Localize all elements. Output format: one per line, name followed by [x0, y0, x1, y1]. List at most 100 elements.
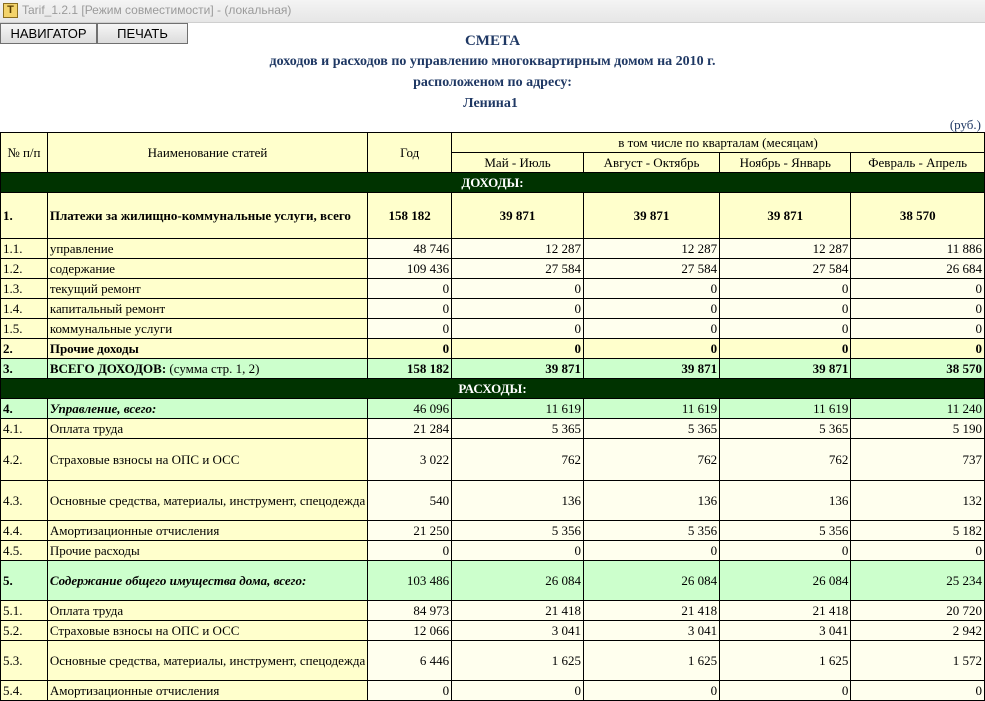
table-row: 1.4. капитальный ремонт 0 0 0 0 0: [0, 298, 985, 319]
row-q3: 0: [719, 338, 852, 359]
row-q1: 3 041: [451, 620, 584, 641]
row-q2: 0: [582, 318, 721, 339]
row-num: 1.1.: [0, 238, 48, 259]
col-q3-header: Ноябрь - Январь: [719, 152, 852, 173]
window-title: Tarif_1.2.1 [Режим совместимости] - (лок…: [22, 3, 292, 17]
row-name: капитальный ремонт: [46, 298, 369, 319]
row-q3: 26 084: [719, 560, 852, 601]
row-q1: 39 871: [451, 192, 584, 239]
row-name: Управление, всего:: [46, 398, 369, 419]
row-q3: 12 287: [719, 238, 852, 259]
row-num: 5.1.: [0, 600, 48, 621]
table-row: 4.1. Оплата труда 21 284 5 365 5 365 5 3…: [0, 418, 985, 439]
report-subtitle: доходов и расходов по управлению многокв…: [269, 54, 716, 69]
row-name: Содержание общего имущества дома, всего:: [46, 560, 369, 601]
address-caption: расположеном по адресу:: [413, 75, 572, 90]
row-num: 5.2.: [0, 620, 48, 641]
row-year: 12 066: [367, 620, 453, 641]
address-value: Ленина1: [463, 96, 518, 111]
row-num: 4.: [0, 398, 48, 419]
row-q3: 0: [719, 318, 852, 339]
row-q4: 0: [850, 338, 985, 359]
row-name: Страховые взносы на ОПС и ОСС: [46, 620, 369, 641]
col-name-header: Наименование статей: [46, 132, 369, 173]
row-q1: 1 625: [451, 640, 584, 681]
row-q2: 26 084: [582, 560, 721, 601]
table-row: 4. Управление, всего: 46 096 11 619 11 6…: [0, 398, 985, 419]
row-q2: 3 041: [582, 620, 721, 641]
table-row: 5.2. Страховые взносы на ОПС и ОСС 12 06…: [0, 620, 985, 641]
row-name-rest: (сумма стр. 1, 2): [166, 360, 260, 376]
row-q1: 5 356: [451, 520, 584, 541]
row-year: 0: [367, 680, 453, 701]
row-name: Прочие доходы: [46, 338, 369, 359]
row-year: 21 250: [367, 520, 453, 541]
table-row: 5.1. Оплата труда 84 973 21 418 21 418 2…: [0, 600, 985, 621]
row-q3: 21 418: [719, 600, 852, 621]
row-num: 1.3.: [0, 278, 48, 299]
row-name: содержание: [46, 258, 369, 279]
table-row: 3. ВСЕГО ДОХОДОВ: (сумма стр. 1, 2) 158 …: [0, 358, 985, 379]
row-q2: 0: [582, 298, 721, 319]
row-num: 1.4.: [0, 298, 48, 319]
col-quarters-header: в том числе по кварталам (месяцам): [451, 132, 985, 153]
row-q4: 132: [850, 480, 985, 521]
col-q4-header: Февраль - Апрель: [850, 152, 985, 173]
table-row: 2. Прочие доходы 0 0 0 0 0: [0, 338, 985, 359]
table-row: 4.4. Амортизационные отчисления 21 250 5…: [0, 520, 985, 541]
row-q2: 762: [582, 438, 721, 481]
row-num: 4.1.: [0, 418, 48, 439]
row-q2: 11 619: [582, 398, 721, 419]
row-num: 3.: [0, 358, 48, 379]
row-year: 109 436: [367, 258, 453, 279]
row-year: 0: [367, 278, 453, 299]
row-year: 84 973: [367, 600, 453, 621]
row-name: управление: [46, 238, 369, 259]
row-q3: 0: [719, 540, 852, 561]
row-q2: 0: [582, 278, 721, 299]
row-q1: 0: [451, 540, 584, 561]
income-section-title: ДОХОДЫ:: [0, 172, 985, 193]
row-year: 3 022: [367, 438, 453, 481]
row-q2: 136: [582, 480, 721, 521]
row-name: Основные средства, материалы, инструмент…: [46, 640, 369, 681]
table-row: 5. Содержание общего имущества дома, все…: [0, 560, 985, 601]
row-year: 48 746: [367, 238, 453, 259]
row-year: 103 486: [367, 560, 453, 601]
row-q4: 2 942: [850, 620, 985, 641]
row-num: 1.: [0, 192, 48, 239]
row-q3: 0: [719, 278, 852, 299]
row-q1: 0: [451, 318, 584, 339]
table-header-row: № п/п Наименование статей Год в том числ…: [0, 132, 985, 173]
row-q2: 12 287: [582, 238, 721, 259]
row-q1: 12 287: [451, 238, 584, 259]
row-q1: 26 084: [451, 560, 584, 601]
row-name: текущий ремонт: [46, 278, 369, 299]
row-name: Страховые взносы на ОПС и ОСС: [46, 438, 369, 481]
row-q2: 0: [582, 540, 721, 561]
row-q4: 0: [850, 318, 985, 339]
row-q3: 3 041: [719, 620, 852, 641]
row-name: Оплата труда: [46, 418, 369, 439]
row-num: 2.: [0, 338, 48, 359]
row-name: Прочие расходы: [46, 540, 369, 561]
row-name: Амортизационные отчисления: [46, 680, 369, 701]
currency-unit: (руб.): [949, 117, 981, 132]
report-title: СМЕТА: [464, 33, 521, 49]
row-year: 6 446: [367, 640, 453, 681]
row-name: ВСЕГО ДОХОДОВ: (сумма стр. 1, 2): [46, 358, 369, 379]
row-q1: 0: [451, 338, 584, 359]
row-num: 5.4.: [0, 680, 48, 701]
row-q4: 0: [850, 680, 985, 701]
row-year: 158 182: [367, 358, 453, 379]
row-q1: 21 418: [451, 600, 584, 621]
row-q2: 27 584: [582, 258, 721, 279]
row-num: 1.5.: [0, 318, 48, 339]
col-q2-header: Август - Октябрь: [582, 152, 721, 173]
row-q4: 0: [850, 298, 985, 319]
row-num: 5.: [0, 560, 48, 601]
table-row: 5.3. Основные средства, материалы, инстр…: [0, 640, 985, 681]
row-q3: 0: [719, 680, 852, 701]
row-name: Основные средства, материалы, инструмент…: [46, 480, 369, 521]
app-icon: T: [3, 3, 18, 18]
